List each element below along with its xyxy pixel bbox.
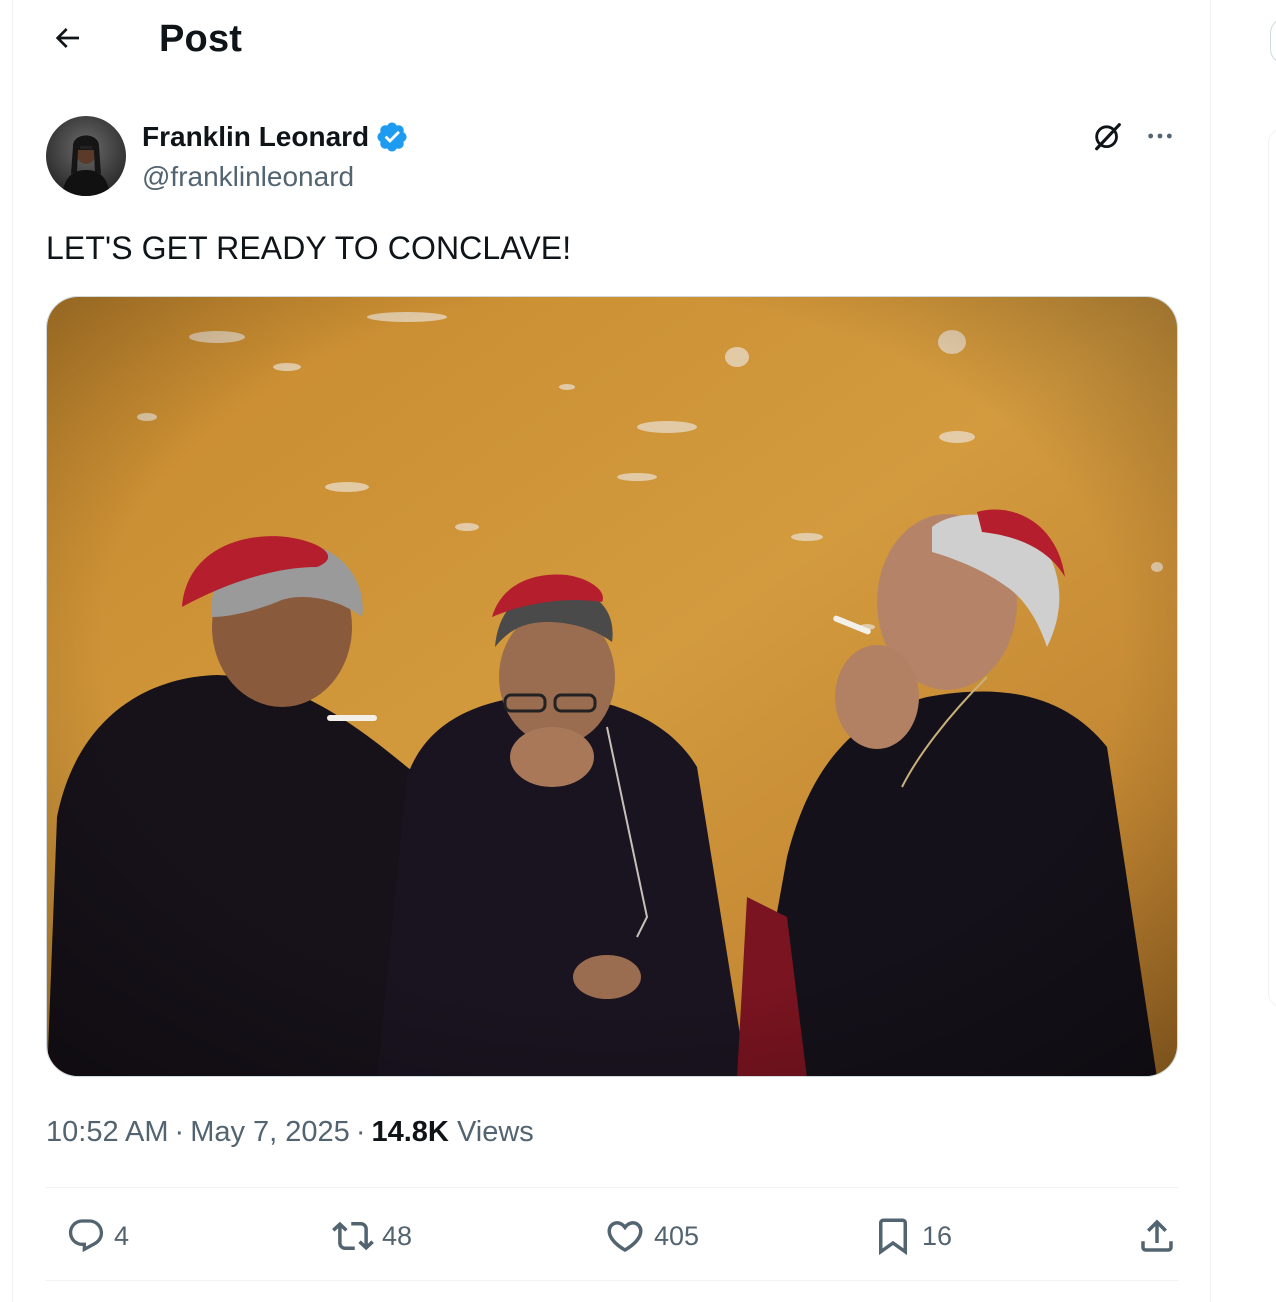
grok-icon <box>1095 123 1121 151</box>
back-button[interactable] <box>45 16 89 60</box>
author-name-row: Franklin Leonard <box>142 118 409 156</box>
grok-button[interactable] <box>1086 116 1130 156</box>
author-display-name[interactable]: Franklin Leonard <box>142 118 369 156</box>
like-count: 405 <box>654 1221 700 1251</box>
views-label: Views <box>456 1116 534 1148</box>
repost-count: 48 <box>382 1221 413 1251</box>
bookmark-button[interactable]: 16 <box>872 1212 952 1260</box>
post-time[interactable]: 10:52 AM <box>46 1116 169 1148</box>
sidebar-card <box>1268 128 1276 1008</box>
bookmark-icon <box>879 1218 907 1256</box>
avatar[interactable] <box>46 116 126 196</box>
page-header: Post <box>13 0 1210 80</box>
verified-badge-icon <box>377 122 407 152</box>
share-button[interactable] <box>1136 1212 1178 1260</box>
page-title: Post <box>159 18 243 60</box>
meta-separator: · <box>174 1116 185 1148</box>
more-options-button[interactable] <box>1138 116 1182 156</box>
meta-separator: · <box>355 1116 366 1148</box>
post-author: Franklin Leonard @franklinleonard <box>46 116 1186 198</box>
more-horizontal-icon <box>1148 133 1172 139</box>
repost-button[interactable]: 48 <box>332 1212 412 1260</box>
post-image[interactable] <box>46 296 1178 1077</box>
arrow-left-icon <box>55 28 79 48</box>
share-icon <box>1141 1219 1173 1252</box>
photo-cardinals-smoking <box>47 297 1177 1076</box>
post-detail-column: Post Franklin Leonard @franklinleonard L… <box>13 0 1210 1302</box>
author-handle[interactable]: @franklinleonard <box>142 158 354 196</box>
reply-icon <box>68 1219 104 1253</box>
heart-icon <box>607 1221 643 1253</box>
action-bar: 4 48 405 16 <box>46 1190 1178 1280</box>
views-count: 14.8K <box>371 1116 449 1148</box>
right-sidebar <box>1211 0 1276 1302</box>
post-meta: 10:52 AM · May 7, 2025 · 14.8K Views <box>46 1112 534 1152</box>
reply-button[interactable]: 4 <box>66 1212 129 1260</box>
repost-icon <box>332 1221 374 1251</box>
reply-count: 4 <box>114 1221 130 1251</box>
bookmark-count: 16 <box>922 1221 953 1251</box>
divider <box>46 1187 1178 1188</box>
divider <box>46 1280 1178 1281</box>
avatar-image <box>46 116 126 196</box>
post-text: LET'S GET READY TO CONCLAVE! <box>46 230 572 266</box>
like-button[interactable]: 405 <box>604 1212 699 1260</box>
post-date[interactable]: May 7, 2025 <box>190 1116 350 1148</box>
